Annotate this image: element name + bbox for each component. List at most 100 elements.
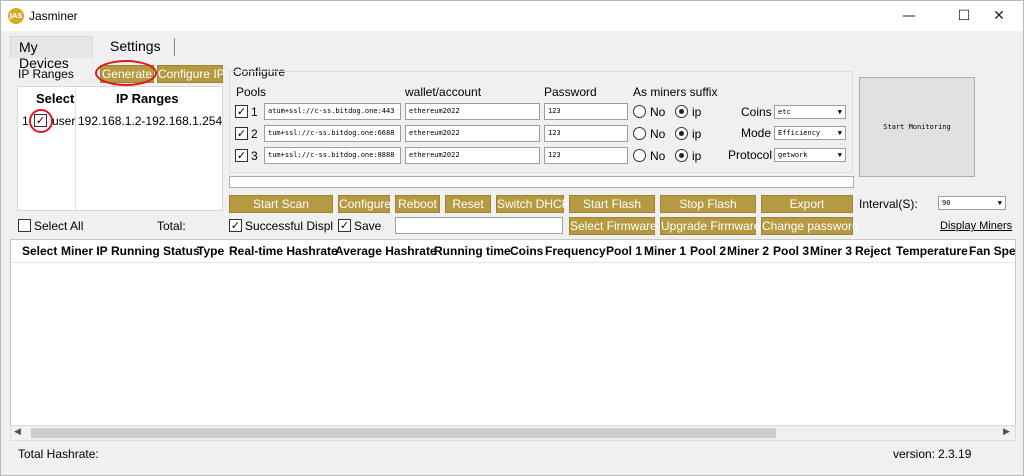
col-miner-2[interactable]: Miner 2 — [727, 244, 769, 258]
reset-button[interactable]: Reset — [445, 195, 491, 213]
reboot-button[interactable]: Reboot — [395, 195, 440, 213]
version-label: version: — [893, 447, 936, 461]
col-type[interactable]: Type — [197, 244, 224, 258]
suffix-header: As miners suffix — [633, 85, 718, 99]
display-miners-link[interactable]: Display Miners — [940, 220, 1012, 232]
pool-1-suffix-no-radio[interactable] — [633, 105, 646, 118]
mode-select[interactable]: Efficiency ▼ — [774, 126, 846, 140]
pool-3-suffix-ip-radio[interactable] — [675, 149, 688, 162]
protocol-select[interactable]: getwork ▼ — [774, 148, 846, 162]
pool-3-wallet-input[interactable]: ethereum2022 — [405, 147, 540, 164]
header-divider — [11, 262, 1015, 263]
pool-3-suffix-ip-label: ip — [692, 149, 702, 163]
select-all-checkbox[interactable] — [18, 219, 31, 232]
pool-2-suffix-ip-label: ip — [692, 127, 702, 141]
col-coins[interactable]: Coins — [510, 244, 543, 258]
pool-2-wallet-input[interactable]: ethereum2022 — [405, 125, 540, 142]
configure-button[interactable]: Configure — [338, 195, 391, 213]
start-monitoring-button[interactable]: Start Monitoring — [859, 77, 975, 177]
mode-label: Mode — [741, 126, 772, 140]
col-select[interactable]: Select — [22, 244, 57, 258]
tab-settings[interactable]: Settings — [102, 36, 172, 58]
col-miner-1[interactable]: Miner 1 — [644, 244, 686, 258]
tab-my-devices[interactable]: My Devices — [10, 36, 93, 71]
ip-ranges-label: IP Ranges — [18, 67, 74, 81]
chevron-down-icon: ▼ — [837, 108, 842, 116]
highlight-circle-checkbox — [29, 109, 53, 133]
col-reject[interactable]: Reject — [855, 244, 891, 258]
chevron-down-icon: ▼ — [837, 129, 842, 137]
firmware-path-input[interactable] — [395, 217, 563, 234]
change-password-button[interactable]: Change password — [761, 217, 859, 235]
wallet-header: wallet/account — [405, 85, 482, 99]
col-pool-1[interactable]: Pool 1 — [606, 244, 642, 258]
version-value: 2.3.19 — [938, 447, 972, 461]
export-button[interactable]: Export — [761, 195, 853, 213]
pool-2-url-input[interactable]: tum+ssl://c-ss.bitdog.one:6688 — [264, 125, 401, 142]
start-scan-button[interactable]: Start Scan — [229, 195, 333, 213]
pool-1-suffix-ip-label: ip — [692, 105, 702, 119]
tab-separator — [174, 38, 175, 56]
col-running-time[interactable]: Running time — [434, 244, 511, 258]
col-miner-3[interactable]: Miner 3 — [810, 244, 852, 258]
col-running-status[interactable]: Running Status — [111, 244, 200, 258]
close-icon[interactable]: ✕ — [976, 1, 1022, 31]
select-all-label: Select All — [34, 219, 84, 233]
col-pool-3[interactable]: Pool 3 — [773, 244, 809, 258]
interval-select[interactable]: 90 ▼ — [938, 196, 1006, 210]
upgrade-firmware-button[interactable]: Upgrade Firmware — [660, 217, 760, 235]
jasminer-logo-icon: JAS — [8, 8, 24, 24]
pool-2-suffix-no-label: No — [650, 127, 666, 141]
app-window: JAS Jasminer — ☐ ✕ My Devices Settings I… — [0, 0, 1024, 476]
scrollbar-thumb[interactable] — [31, 428, 776, 438]
column-divider — [75, 87, 76, 212]
pool-3-checkbox[interactable]: ✓ — [235, 149, 248, 162]
pool-2-suffix-ip-radio[interactable] — [675, 127, 688, 140]
col-fan-speed[interactable]: Fan Speed — [969, 244, 1015, 258]
pools-header: Pools — [236, 85, 267, 99]
pool-2-number: 2 — [251, 127, 258, 141]
switch-dhcp-button[interactable]: Switch DHCP — [496, 195, 570, 213]
pool-2-password-input[interactable]: 123 — [544, 125, 628, 142]
pool-1-url-input[interactable]: atum+ssl://c-ss.bitdog.one:443 — [264, 103, 401, 120]
col-frequency[interactable]: Frequency — [545, 244, 606, 258]
col-realtime-hashrate[interactable]: Real-time Hashrate — [229, 244, 338, 258]
pool-3-suffix-no-radio[interactable] — [633, 149, 646, 162]
password-header: Password — [544, 85, 597, 99]
col-pool-2[interactable]: Pool 2 — [690, 244, 726, 258]
interval-select-value: 90 — [942, 199, 951, 207]
pool-3-suffix-no-label: No — [650, 149, 666, 163]
pool-1-checkbox[interactable]: ✓ — [235, 105, 248, 118]
minimize-icon[interactable]: — — [886, 1, 932, 31]
scroll-right-icon[interactable]: ▶ — [1003, 427, 1010, 437]
pool-3-url-input[interactable]: tum+ssl://c-ss.bitdog.one:8888 — [264, 147, 401, 164]
pool-1-number: 1 — [251, 105, 258, 119]
mode-select-value: Efficiency — [778, 129, 821, 137]
ip-ranges-col-select: Select — [36, 91, 75, 106]
save-label: Save — [354, 219, 382, 233]
coins-select[interactable]: etc ▼ — [774, 105, 846, 119]
configure-ip-button[interactable]: Configure IP — [157, 65, 225, 83]
pool-2-suffix-no-radio[interactable] — [633, 127, 646, 140]
successful-display-checkbox[interactable]: ✓ — [229, 219, 242, 232]
col-miner-ip[interactable]: Miner IP — [61, 244, 108, 258]
col-temperature[interactable]: Temperature — [896, 244, 968, 258]
save-checkbox[interactable]: ✓ — [338, 219, 351, 232]
horizontal-scrollbar[interactable]: ◀ ▶ — [10, 425, 1016, 441]
pool-1-password-input[interactable]: 123 — [544, 103, 628, 120]
ip-range-row-range[interactable]: 192.168.1.2-192.168.1.254 — [78, 114, 222, 128]
pool-1-suffix-ip-radio[interactable] — [675, 105, 688, 118]
pool-3-password-input[interactable]: 123 — [544, 147, 628, 164]
pool-2-checkbox[interactable]: ✓ — [235, 127, 248, 140]
stop-flash-button[interactable]: Stop Flash — [660, 195, 756, 213]
pool-1-wallet-input[interactable]: ethereum2022 — [405, 103, 540, 120]
select-firmware-button[interactable]: Select Firmware — [569, 217, 657, 235]
scroll-left-icon[interactable]: ◀ — [14, 427, 21, 437]
chevron-down-icon: ▼ — [997, 199, 1002, 207]
start-flash-button[interactable]: Start Flash — [569, 195, 655, 213]
ip-range-row-user: user — [52, 114, 76, 128]
successful-display-label: Successful Display — [245, 219, 333, 233]
col-average-hashrate[interactable]: Average Hashrate — [335, 244, 437, 258]
pool-1-suffix-no-label: No — [650, 105, 666, 119]
coins-label: Coins — [741, 105, 772, 119]
